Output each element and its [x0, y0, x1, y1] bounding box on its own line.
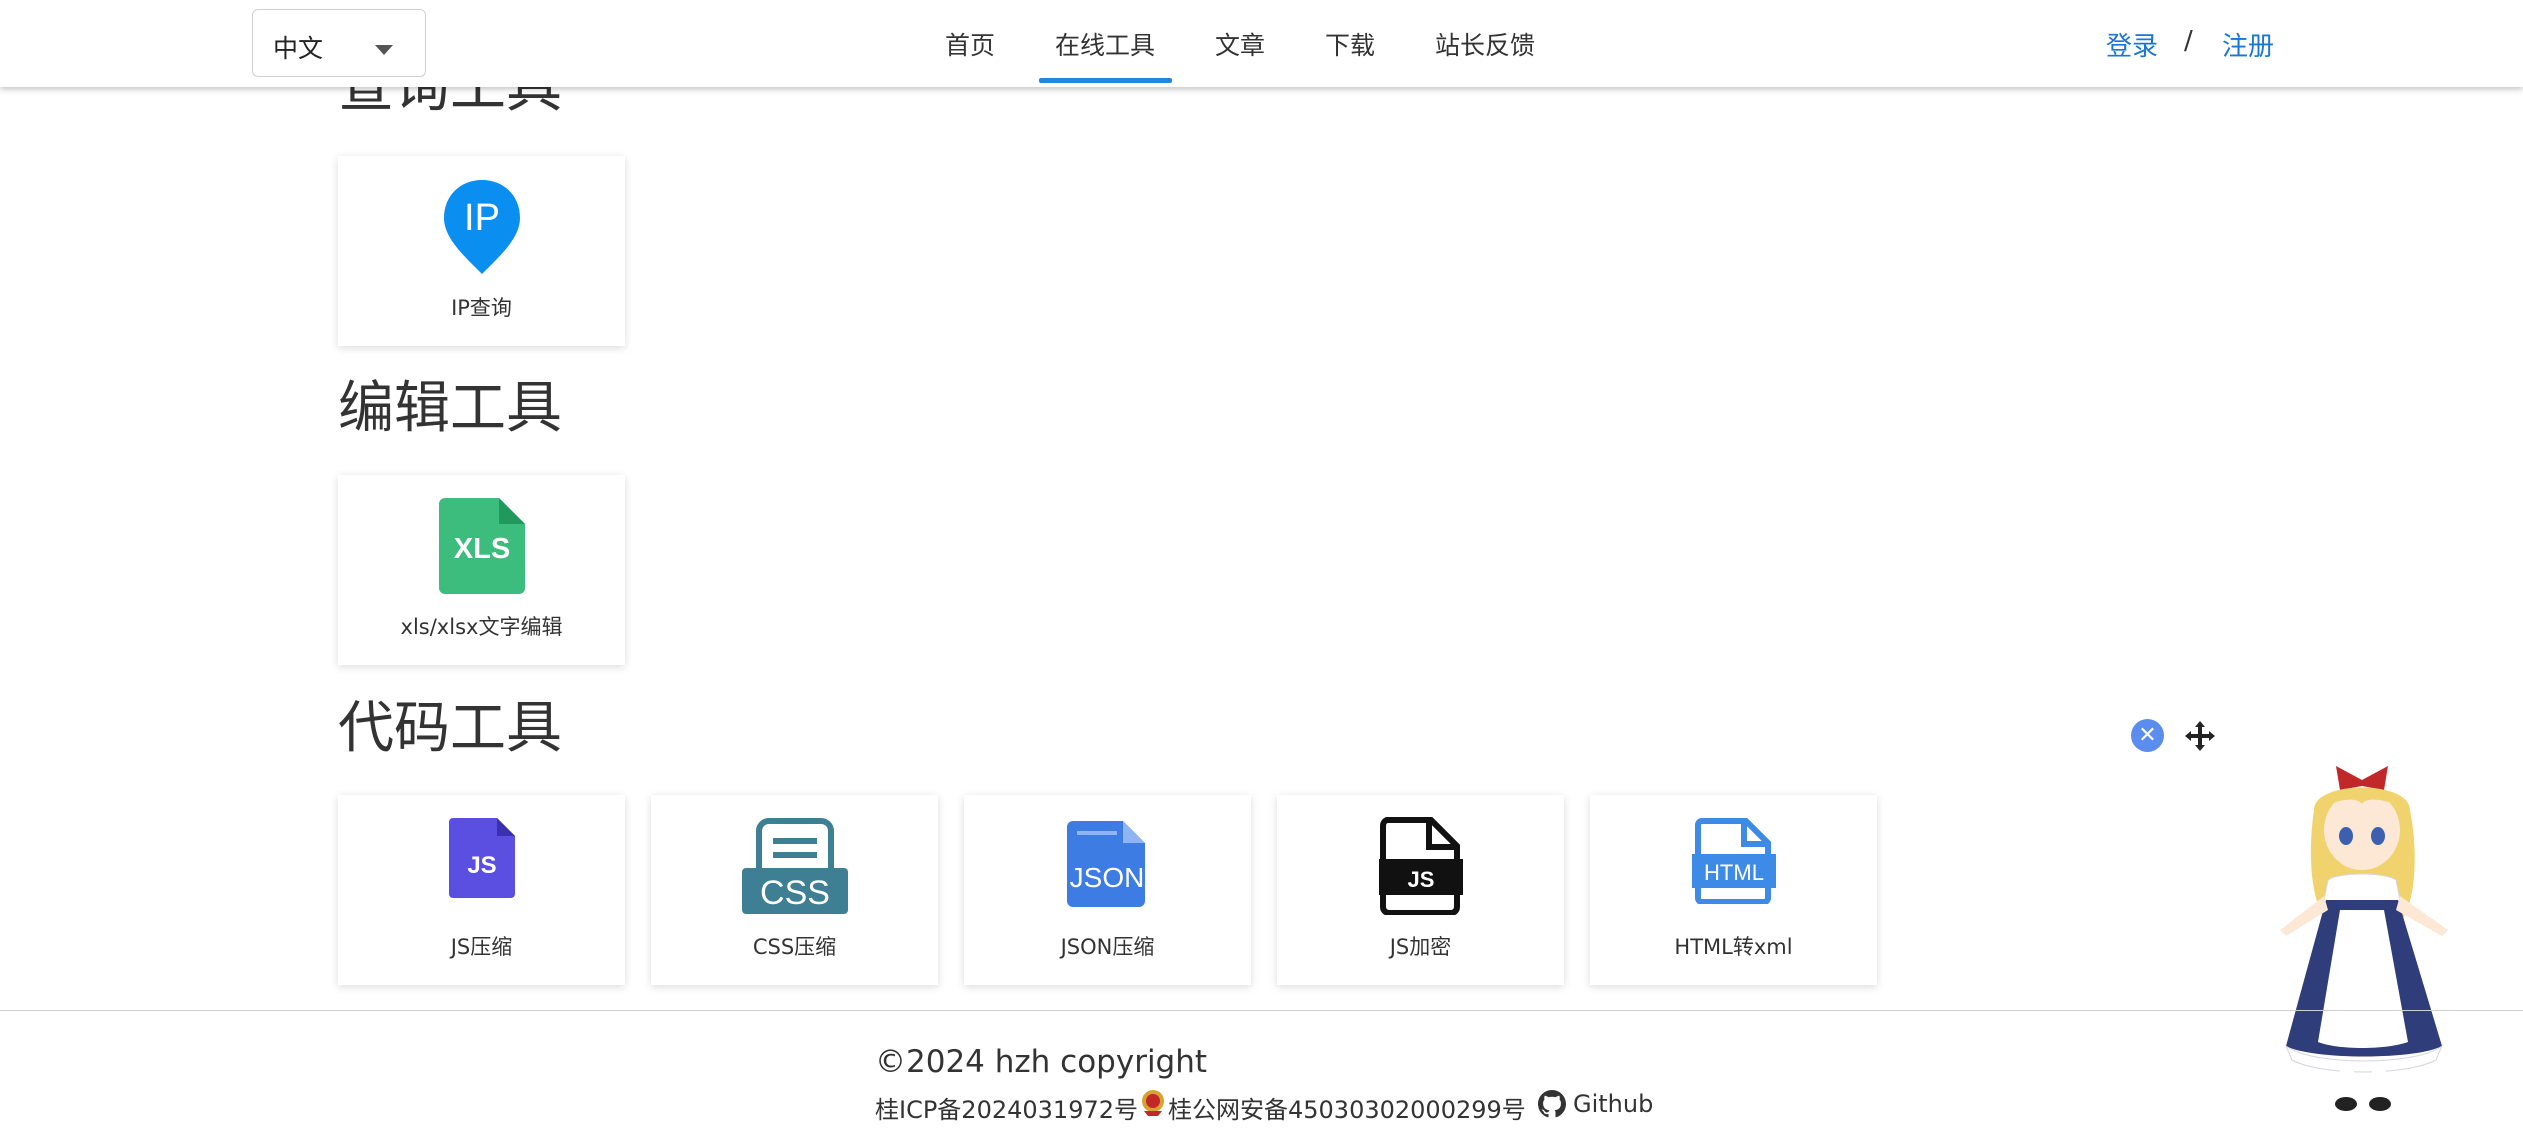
svg-text:CSS: CSS	[760, 874, 830, 912]
copyright-text: ©2024 hzh copyright	[875, 1044, 1208, 1080]
tool-card-js-encrypt[interactable]: JS JS加密	[1277, 795, 1564, 985]
svg-text:JSON: JSON	[1069, 862, 1144, 893]
tool-label: CSS压缩	[752, 935, 837, 959]
section-title-code: 代码工具	[338, 696, 562, 761]
css-file-icon: CSS	[651, 818, 938, 914]
tool-card-js-compress[interactable]: JS JS压缩	[338, 795, 625, 985]
register-link[interactable]: 注册	[2222, 26, 2274, 63]
icp-link[interactable]: 桂ICP备2024031972号	[875, 1090, 1138, 1125]
svg-text:JS: JS	[467, 852, 496, 879]
github-link[interactable]: Github	[1573, 1090, 1653, 1118]
svg-text:HTML: HTML	[1704, 860, 1764, 885]
tool-card-html-xml[interactable]: HTML HTML转xml	[1590, 795, 1877, 985]
chevron-down-icon	[375, 45, 393, 55]
tool-label: xls/xlsx文字编辑	[400, 615, 563, 639]
police-record-link[interactable]: 桂公网安备45030302000299号	[1168, 1090, 1526, 1125]
ip-pin-icon: IP	[338, 178, 625, 276]
svg-text:JS: JS	[1407, 867, 1434, 892]
section-title-edit: 编辑工具	[338, 376, 562, 441]
auth-separator: /	[2184, 26, 2193, 56]
tool-card-ip[interactable]: IP IP查询	[338, 156, 625, 346]
github-icon	[1538, 1090, 1566, 1118]
mascot-character-image[interactable]	[2266, 760, 2462, 1116]
move-icon[interactable]	[2184, 720, 2216, 752]
tool-label: HTML转xml	[1674, 935, 1793, 959]
xls-file-icon: XLS	[338, 498, 625, 594]
police-badge-icon	[1140, 1089, 1166, 1117]
tool-label: JS压缩	[450, 935, 513, 959]
nav-feedback[interactable]: 站长反馈	[1435, 26, 1535, 62]
tool-label: IP查询	[451, 296, 512, 320]
svg-text:XLS: XLS	[453, 533, 509, 565]
login-link[interactable]: 登录	[2106, 26, 2158, 63]
nav-downloads[interactable]: 下载	[1325, 26, 1375, 62]
tool-card-json-compress[interactable]: JSON JSON压缩	[964, 795, 1251, 985]
tool-card-css-compress[interactable]: CSS CSS压缩	[651, 795, 938, 985]
language-select[interactable]: 中文	[252, 9, 426, 77]
nav-home[interactable]: 首页	[945, 26, 995, 62]
footer-divider	[0, 1010, 2523, 1011]
nav-articles[interactable]: 文章	[1215, 26, 1265, 62]
tool-card-xls[interactable]: XLS xls/xlsx文字编辑	[338, 475, 625, 665]
top-navbar: 中文 首页 在线工具 文章 下载 站长反馈 登录 / 注册	[0, 0, 2523, 87]
html-file-icon: HTML	[1590, 818, 1877, 904]
json-file-icon: JSON	[964, 821, 1251, 907]
tool-label: JS加密	[1389, 935, 1452, 959]
tool-label: JSON压缩	[1060, 935, 1155, 959]
nav-online-tools[interactable]: 在线工具	[1055, 26, 1155, 62]
js-file-icon: JS	[338, 818, 625, 898]
svg-text:IP: IP	[464, 197, 500, 239]
language-value: 中文	[273, 34, 324, 63]
js-encrypt-icon: JS	[1277, 817, 1564, 915]
active-nav-indicator	[1039, 78, 1172, 83]
close-icon[interactable]: ✕	[2131, 719, 2164, 752]
